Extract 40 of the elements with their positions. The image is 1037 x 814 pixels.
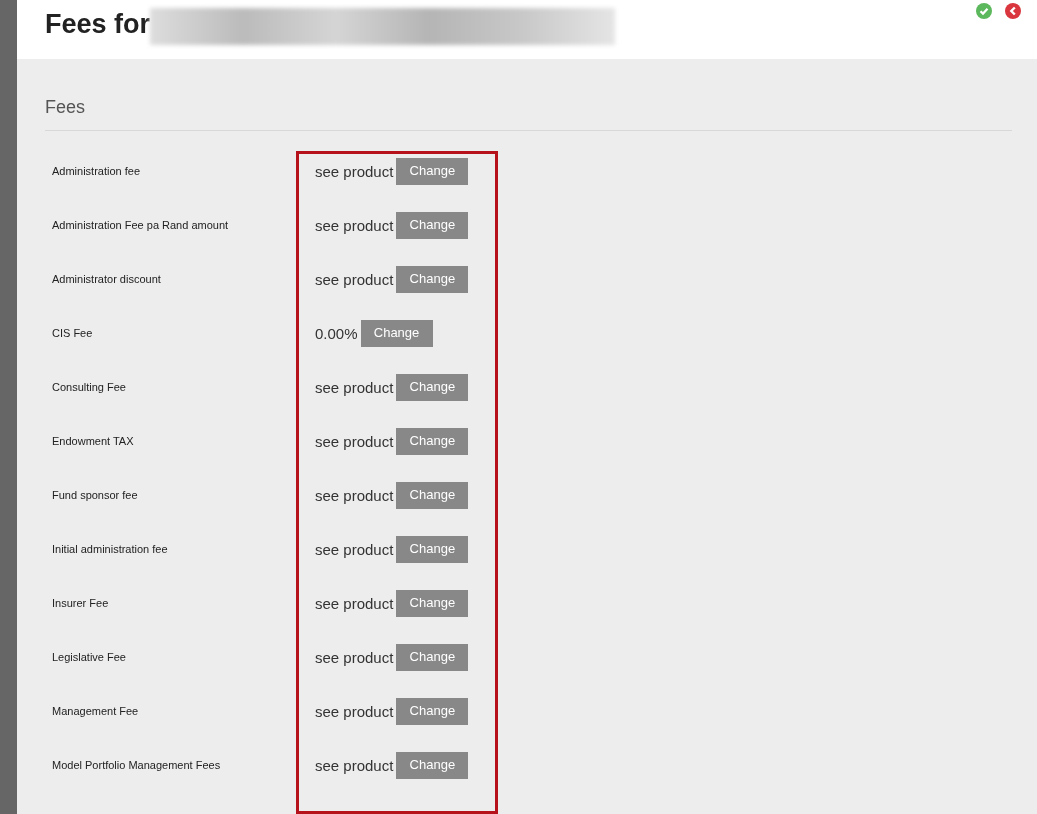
fee-value: see product [315, 432, 394, 452]
change-button[interactable]: Change [396, 698, 469, 725]
fee-value: see product [315, 594, 394, 614]
fee-label: Insurer Fee [52, 596, 109, 611]
change-button[interactable]: Change [396, 482, 469, 509]
fee-value: see product [315, 378, 394, 398]
change-button[interactable]: Change [396, 266, 469, 293]
change-button[interactable]: Change [396, 212, 469, 239]
change-button[interactable]: Change [360, 320, 433, 347]
change-button[interactable]: Change [396, 428, 469, 455]
fee-label: Management Fee [52, 704, 139, 719]
change-button[interactable]: Change [396, 158, 469, 185]
change-button[interactable]: Change [396, 590, 469, 617]
fee-value: see product [315, 540, 394, 560]
fee-label: Legislative Fee [52, 650, 126, 665]
section-title: Fees [45, 97, 1012, 131]
back-icon[interactable] [1005, 3, 1021, 19]
fee-value: see product [315, 270, 394, 290]
fee-label: Model Portfolio Management Fees [52, 758, 221, 773]
fee-value: see product [315, 648, 394, 668]
fee-value: see product [315, 702, 394, 722]
fee-label: Fund sponsor fee [52, 488, 138, 503]
page-title: Fees for [45, 9, 151, 40]
fee-label: Administration Fee pa Rand amount [52, 218, 229, 233]
fee-value: see product [315, 216, 394, 236]
fee-label: Initial administration fee [52, 542, 168, 557]
fee-label: Endowment TAX [52, 434, 134, 449]
fee-value: see product [315, 486, 394, 506]
fee-value: see product [315, 756, 394, 776]
change-button[interactable]: Change [396, 752, 469, 779]
change-button[interactable]: Change [396, 536, 469, 563]
fee-value: see product [315, 162, 394, 182]
fee-label: CIS Fee [52, 326, 93, 341]
fee-value: 0.00% [315, 324, 358, 344]
change-button[interactable]: Change [396, 374, 469, 401]
change-button[interactable]: Change [396, 644, 469, 671]
fee-label: Administration fee [52, 164, 141, 179]
fee-label: Consulting Fee [52, 380, 126, 395]
fee-label: Administrator discount [52, 272, 161, 287]
check-circle-icon[interactable] [976, 3, 992, 19]
